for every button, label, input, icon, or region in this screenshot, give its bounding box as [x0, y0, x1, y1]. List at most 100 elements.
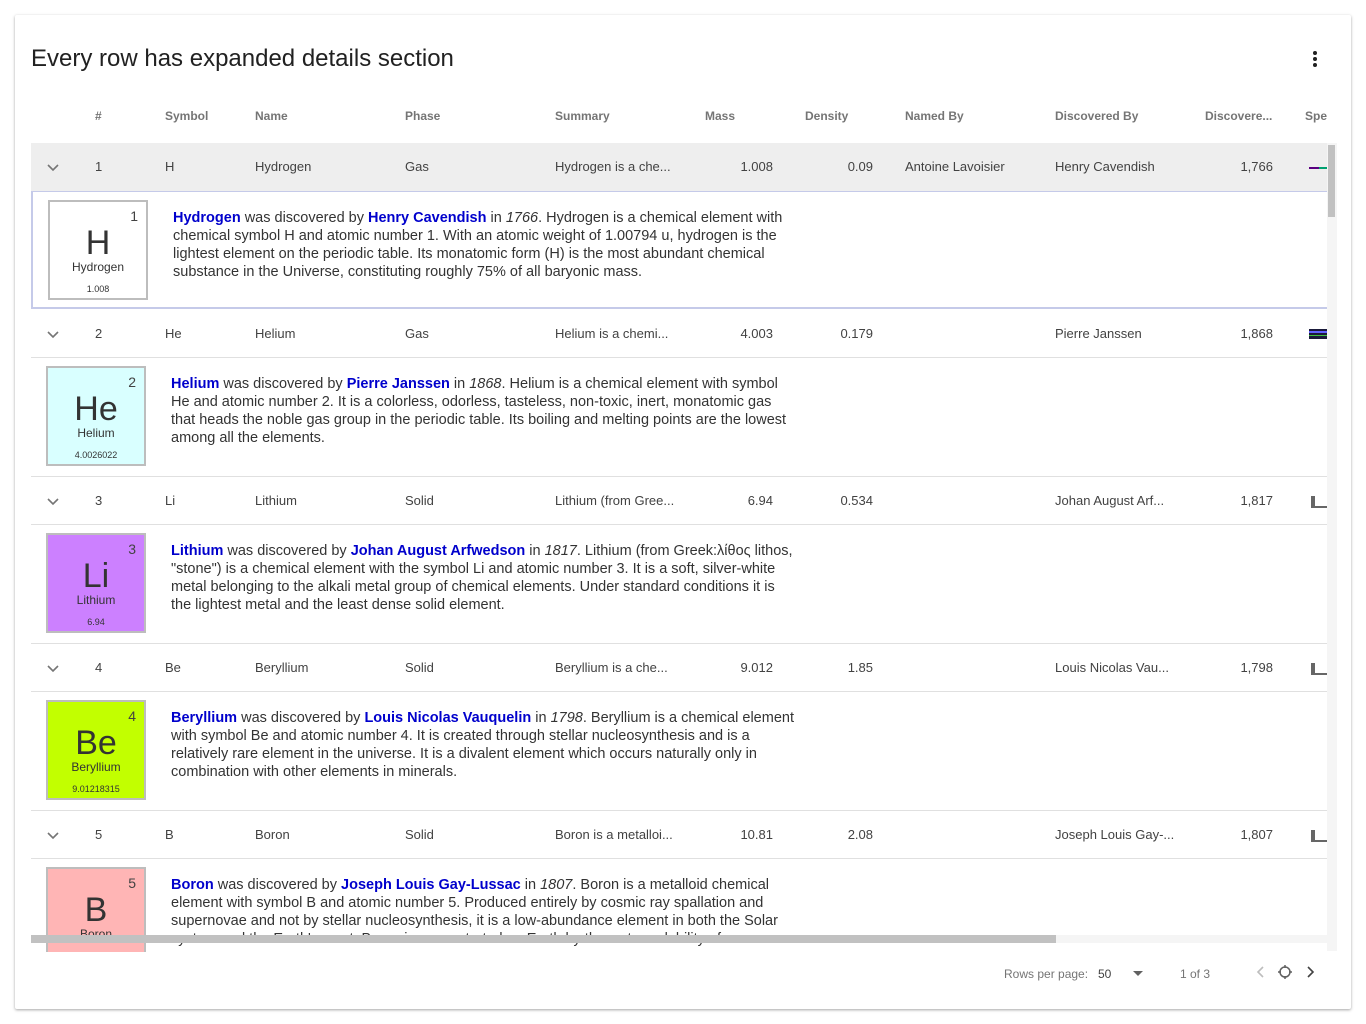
tile-name: Beryllium [71, 760, 121, 774]
cell-summary: Helium is a chemi... [555, 326, 669, 341]
element-description: Beryllium was discovered by Louis Nicola… [171, 709, 795, 781]
tile-mass: 1.008 [86, 284, 110, 294]
cell-named-by: Antoine Lavoisier [905, 159, 1005, 174]
circle-icon [1278, 965, 1292, 979]
cell-summary: Lithium (from Gree... [555, 493, 675, 508]
col-header-discovered-year[interactable]: Discovere... [1205, 90, 1275, 143]
cell-symbol: H [165, 159, 175, 174]
tile-symbol: B [84, 891, 108, 929]
rows-per-page-select[interactable]: 50 [1098, 961, 1148, 987]
rows-per-page-value: 50 [1098, 967, 1112, 981]
col-header-phase[interactable]: Phase [405, 90, 525, 143]
discoverer-link[interactable]: Pierre Janssen [347, 376, 450, 392]
cell-named-by [905, 310, 1035, 358]
discoverer-link[interactable]: Henry Cavendish [368, 210, 486, 226]
next-page-button[interactable] [1300, 962, 1320, 982]
col-header-name[interactable]: Name [255, 90, 375, 143]
description-text: in [486, 210, 506, 226]
table-row[interactable]: 2 He Helium Gas Helium is a chemi... 4.003 0.1… [31, 310, 1327, 358]
tile-mass: 6.94 [87, 617, 105, 627]
element-name-link[interactable]: Helium [171, 376, 219, 392]
cell-phase: Solid [405, 827, 434, 842]
tile-symbol: H [85, 224, 111, 262]
tile-mass: 9.01218315 [72, 784, 120, 794]
discoverer-link[interactable]: Louis Nicolas Vauquelin [364, 710, 531, 726]
chevron-down-icon [47, 164, 59, 172]
col-header-spectrum[interactable]: Spe [1305, 90, 1327, 143]
discoverer-link[interactable]: Johan August Arfwedson [351, 543, 526, 559]
data-table-card: Every row has expanded details section #… [15, 15, 1351, 1009]
spectrum-image [1309, 828, 1327, 844]
table-row[interactable]: 4 Be Beryllium Solid Beryllium is a che... 9.… [31, 644, 1327, 692]
cell-mass: 4.003 [740, 326, 773, 341]
expand-row-button[interactable] [45, 660, 61, 676]
element-name-link[interactable]: Boron [171, 877, 214, 893]
cell-discovered-by: Pierre Janssen [1055, 326, 1142, 341]
expand-row-button[interactable] [45, 326, 61, 342]
element-name-link[interactable]: Lithium [171, 543, 223, 559]
cell-symbol: Li [165, 493, 176, 508]
cell-summary: Boron is a metalloi... [555, 827, 673, 842]
table-row[interactable]: 3 Li Lithium Solid Lithium (from Gree... 6.94… [31, 477, 1327, 525]
element-description: Helium was discovered by Pierre Janssen … [171, 375, 795, 447]
col-header-density[interactable]: Density [805, 90, 885, 143]
cell-phase: Solid [405, 660, 434, 675]
col-header-number[interactable]: # [95, 90, 125, 143]
tile-mass: 4.0026022 [74, 450, 118, 460]
cell-named-by [905, 811, 1035, 859]
table-row[interactable]: 5 B Boron Solid Boron is a metalloi... 10.81 2… [31, 811, 1327, 859]
cell-number: 4 [95, 660, 103, 675]
vertical-scrollbar-thumb[interactable] [1328, 145, 1335, 217]
col-header-mass[interactable]: Mass [705, 90, 785, 143]
col-header-summary[interactable]: Summary [555, 90, 675, 143]
cell-density: 0.09 [847, 159, 873, 174]
tile-mass: 10.81 [48, 951, 144, 952]
cell-mass: 9.012 [740, 660, 773, 675]
cell-density: 0.179 [840, 326, 873, 341]
cell-phase: Solid [405, 493, 434, 508]
tile-symbol: He [74, 390, 118, 428]
cell-discovered-year: 1,817 [1240, 493, 1273, 508]
col-header-symbol[interactable]: Symbol [165, 90, 245, 143]
cell-summary: Hydrogen is a che... [555, 159, 671, 174]
cell-name: Boron [255, 827, 290, 842]
vertical-scrollbar-track[interactable] [1327, 143, 1337, 951]
expand-row-button[interactable] [45, 159, 61, 175]
chevron-down-icon [47, 832, 59, 840]
expand-row-button[interactable] [45, 493, 61, 509]
element-description: Hydrogen was discovered by Henry Cavendi… [173, 209, 797, 281]
cell-density: 1.85 [847, 660, 873, 675]
cell-discovered-year: 1,868 [1240, 326, 1273, 341]
tile-atomic-number: 3 [128, 541, 136, 557]
rows-per-page-label: Rows per page: [1004, 967, 1089, 981]
element-name-link[interactable]: Beryllium [171, 710, 237, 726]
col-header-named-by[interactable]: Named By [905, 90, 1025, 143]
cell-density: 0.534 [840, 493, 873, 508]
description-text: was discovered by [240, 210, 369, 226]
description-text: was discovered by [237, 710, 365, 726]
element-name-link[interactable]: Hydrogen [173, 210, 241, 226]
chevron-down-icon [47, 498, 59, 506]
expand-row-button[interactable] [45, 827, 61, 843]
cell-mass: 1.008 [740, 159, 773, 174]
col-header-discovered-by[interactable]: Discovered By [1055, 90, 1175, 143]
table-header: # Symbol Name Phase Summary Mass Density… [31, 90, 1327, 143]
tile-atomic-number: 5 [128, 875, 136, 891]
cell-number: 5 [95, 827, 103, 842]
table-row[interactable]: 1 H Hydrogen Gas Hydrogen is a che... 1.008 0.… [31, 143, 1327, 191]
tile-name: Hydrogen [71, 260, 125, 274]
page-info: 1 of 3 [1180, 967, 1211, 981]
horizontal-scrollbar-thumb[interactable] [31, 935, 1056, 943]
cell-symbol: He [165, 326, 182, 341]
element-tile: 3 Li Lithium 6.94 [46, 533, 146, 633]
description-text: in [520, 877, 541, 893]
discoverer-link[interactable]: Joseph Louis Gay-Lussac [341, 877, 521, 893]
current-page-button[interactable] [1275, 962, 1295, 982]
previous-page-button[interactable] [1251, 962, 1271, 982]
cell-symbol: Be [165, 660, 181, 675]
more-options-button[interactable] [1302, 46, 1328, 72]
cell-density: 2.08 [847, 827, 873, 842]
tile-atomic-number: 4 [128, 708, 136, 724]
row-detail-panel: 1 H Hydrogen 1.008 Hydrogen was discovered b… [31, 191, 1327, 309]
description-text: in [531, 710, 551, 726]
